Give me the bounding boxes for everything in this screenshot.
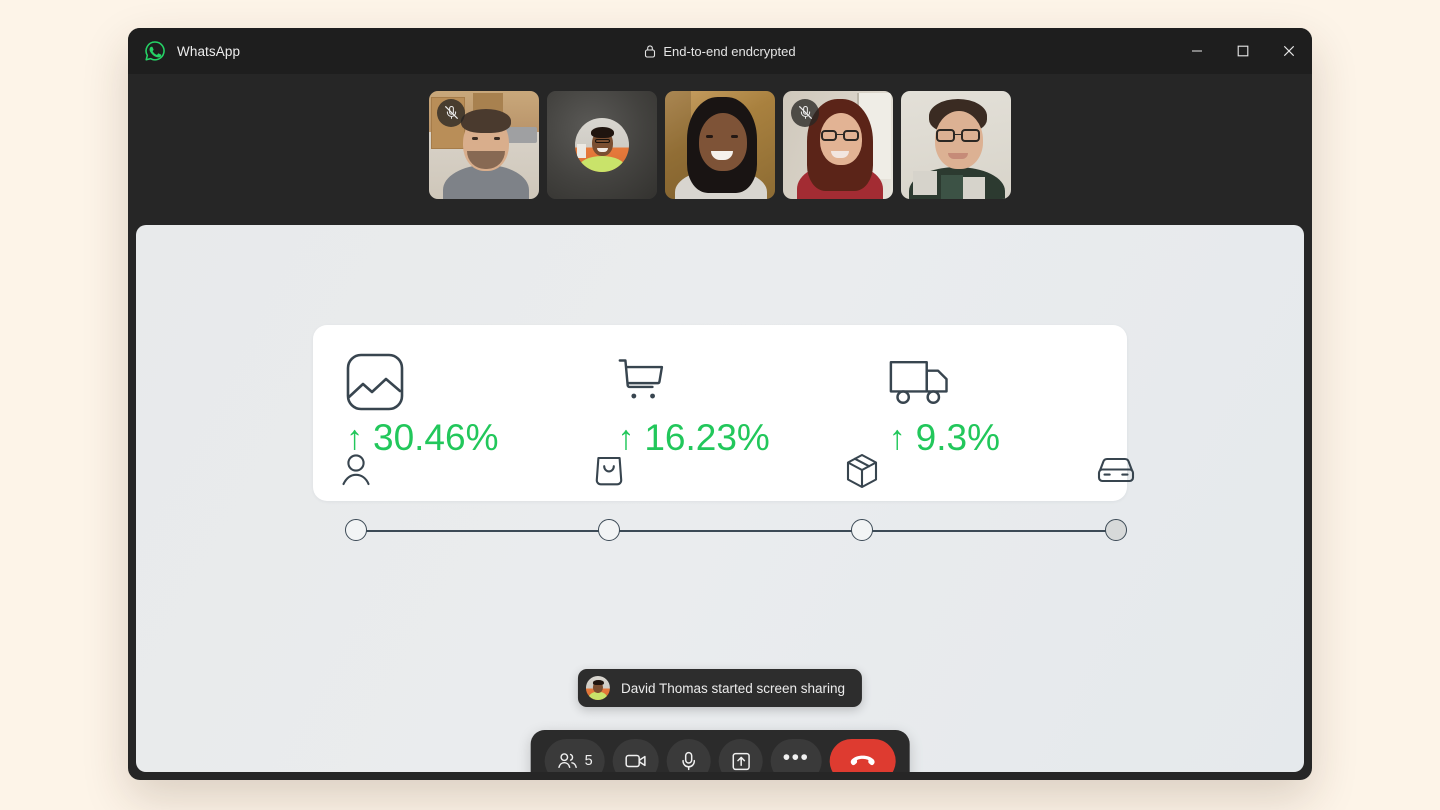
participant-tile[interactable] <box>547 90 657 199</box>
funnel-node[interactable] <box>345 519 367 541</box>
maximize-button[interactable] <box>1220 28 1266 74</box>
app-name: WhatsApp <box>177 43 241 59</box>
trend-up-arrow-icon: ↑ <box>346 418 363 457</box>
whatsapp-window: WhatsApp End-to-end endcrypted ↑ 30.46% … <box>128 28 1312 780</box>
participant-video <box>901 90 1011 199</box>
more-dots-icon: ••• <box>782 745 810 769</box>
participants-count: 5 <box>584 753 593 769</box>
window-controls <box>1174 28 1312 74</box>
minimize-button[interactable] <box>1174 28 1220 74</box>
toast-message: David Thomas started screen sharing <box>620 680 846 696</box>
participants-button[interactable]: 5 <box>544 739 605 772</box>
participant-tile[interactable] <box>783 90 893 199</box>
participant-tile[interactable] <box>665 90 775 199</box>
share-screen-button[interactable] <box>718 739 763 772</box>
stat-value-row: ↑ 16.23% <box>617 419 855 456</box>
shopping-cart-icon <box>617 353 855 419</box>
end-call-button[interactable] <box>829 739 896 772</box>
encryption-indicator: End-to-end endcrypted <box>128 28 1312 74</box>
camera-button[interactable] <box>612 739 659 772</box>
share-screen-icon <box>731 752 750 771</box>
funnel-node[interactable] <box>598 519 621 541</box>
car-icon <box>1097 453 1135 485</box>
call-control-bar: 5 ••• <box>530 730 910 772</box>
participant-tile-strip <box>128 74 1312 215</box>
participant-video <box>665 90 775 199</box>
more-options-button[interactable]: ••• <box>770 739 822 772</box>
stat-value-row: ↑ 30.46% <box>346 419 584 456</box>
mic-off-icon <box>437 98 465 127</box>
funnel-node[interactable] <box>1105 519 1127 541</box>
video-icon <box>625 752 647 770</box>
trend-up-arrow-icon: ↑ <box>617 418 635 457</box>
shopping-bag-icon <box>594 453 624 487</box>
funnel-stepper <box>342 453 1135 548</box>
delivery-truck-icon <box>889 353 1127 419</box>
stat-value: 30.46% <box>373 417 499 458</box>
shared-screen: ↑ 30.46% ↑ 16.23% ↑ 9.3% David Thomas st… <box>136 225 1304 772</box>
stat-value-row: ↑ 9.3% <box>889 419 1127 456</box>
mic-icon <box>680 751 698 771</box>
avatar <box>575 117 629 172</box>
user-icon <box>341 453 371 487</box>
package-box-icon <box>845 453 879 489</box>
title-bar: WhatsApp End-to-end endcrypted <box>128 28 1312 74</box>
stat-value: 16.23% <box>644 417 770 458</box>
title-bar-left: WhatsApp <box>128 40 240 62</box>
image-chart-icon <box>346 353 584 419</box>
people-icon <box>557 752 578 770</box>
participant-tile[interactable] <box>429 90 539 199</box>
mic-off-icon <box>791 98 819 127</box>
funnel-node[interactable] <box>851 519 874 541</box>
close-button[interactable] <box>1266 28 1312 74</box>
avatar <box>585 676 610 700</box>
trend-up-arrow-icon: ↑ <box>888 418 906 457</box>
funnel-step-icons <box>342 453 1135 499</box>
participant-tile[interactable] <box>901 90 1011 199</box>
microphone-button[interactable] <box>666 739 711 772</box>
funnel-track <box>356 530 1116 532</box>
encryption-label: End-to-end endcrypted <box>663 43 796 59</box>
screen-share-toast: David Thomas started screen sharing <box>577 669 863 707</box>
stat-value: 9.3% <box>915 417 1000 458</box>
lock-icon <box>644 44 656 58</box>
whatsapp-logo-icon <box>144 40 166 62</box>
end-call-icon <box>849 754 875 769</box>
